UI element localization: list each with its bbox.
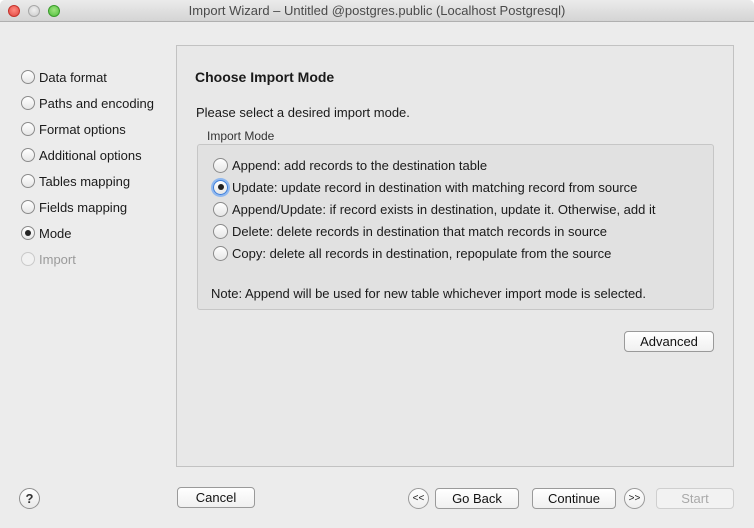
step-additional-options[interactable]: Additional options: [21, 142, 154, 168]
go-back-button[interactable]: Go Back: [435, 488, 519, 509]
advanced-button[interactable]: Advanced: [624, 331, 714, 352]
step-label: Additional options: [39, 147, 142, 163]
step-label: Tables mapping: [39, 173, 131, 189]
continue-button[interactable]: Continue: [532, 488, 616, 509]
step-radio[interactable]: [21, 174, 35, 188]
step-radio-disabled: [21, 252, 35, 266]
step-data-format[interactable]: Data format: [21, 64, 154, 90]
cancel-button[interactable]: Cancel: [177, 487, 255, 508]
step-radio[interactable]: [21, 122, 35, 136]
mode-option-label: Update: update record in destination wit…: [232, 179, 638, 195]
append-note: Note: Append will be used for new table …: [211, 286, 647, 301]
step-paths-and-encoding[interactable]: Paths and encoding: [21, 90, 154, 116]
mode-option-append[interactable]: Append: add records to the destination t…: [213, 154, 487, 176]
step-label: Data format: [39, 69, 107, 85]
step-mode[interactable]: Mode: [21, 220, 154, 246]
instruction-text: Please select a desired import mode.: [196, 105, 410, 120]
window-title: Import Wizard – Untitled @postgres.publi…: [188, 3, 566, 18]
mode-option-label: Delete: delete records in destination th…: [232, 223, 608, 239]
step-label: Mode: [39, 225, 72, 241]
step-label: Fields mapping: [39, 199, 128, 215]
step-import: Import: [21, 246, 154, 272]
step-label: Import: [39, 251, 76, 267]
step-label: Format options: [39, 121, 126, 137]
wizard-steps: Data format Paths and encoding Format op…: [21, 64, 154, 272]
last-step-button[interactable]: >>: [624, 488, 645, 509]
step-format-options[interactable]: Format options: [21, 116, 154, 142]
mode-radio[interactable]: [213, 223, 228, 239]
mode-option-label: Append/Update: if record exists in desti…: [232, 201, 656, 217]
step-radio[interactable]: [21, 70, 35, 84]
first-step-button[interactable]: <<: [408, 488, 429, 509]
mode-radio-selected[interactable]: [213, 179, 228, 195]
mode-radio[interactable]: [213, 245, 228, 261]
step-label: Paths and encoding: [39, 95, 154, 111]
mode-option-delete[interactable]: Delete: delete records in destination th…: [213, 220, 607, 242]
step-fields-mapping[interactable]: Fields mapping: [21, 194, 154, 220]
step-radio[interactable]: [21, 200, 35, 214]
mode-option-label: Append: add records to the destination t…: [232, 157, 488, 173]
mode-radio[interactable]: [213, 157, 228, 173]
mode-option-append-update[interactable]: Append/Update: if record exists in desti…: [213, 198, 655, 220]
step-tables-mapping[interactable]: Tables mapping: [21, 168, 154, 194]
start-button: Start: [656, 488, 734, 509]
import-mode-group-label: Import Mode: [207, 129, 275, 143]
mode-option-update[interactable]: Update: update record in destination wit…: [213, 176, 637, 198]
mode-option-copy[interactable]: Copy: delete all records in destination,…: [213, 242, 611, 264]
mode-option-label: Copy: delete all records in destination,…: [232, 245, 612, 261]
step-radio-checked[interactable]: [21, 226, 35, 240]
help-button[interactable]: ?: [19, 488, 40, 509]
step-radio[interactable]: [21, 96, 35, 110]
page-heading: Choose Import Mode: [195, 69, 335, 85]
title-bar[interactable]: Import Wizard – Untitled @postgres.publi…: [0, 0, 754, 22]
import-wizard-window: Import Wizard – Untitled @postgres.publi…: [0, 0, 754, 528]
step-radio[interactable]: [21, 148, 35, 162]
mode-radio[interactable]: [213, 201, 228, 217]
